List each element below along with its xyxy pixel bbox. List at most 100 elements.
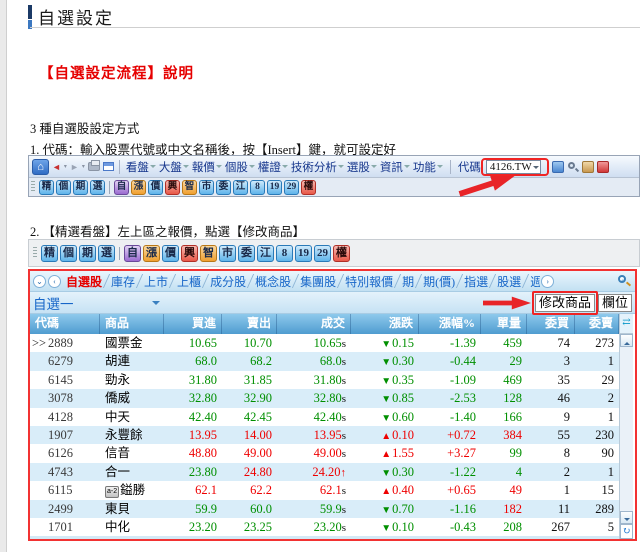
- forward-dropdown-icon[interactable]: ▾: [82, 163, 85, 170]
- table-row[interactable]: 4743 合一 23.80 24.80 24.20↑ ▼0.30 -1.22 4 2 1: [30, 462, 619, 482]
- table-row[interactable]: 6115 a-2 鎰勝 62.1 62.2 62.1s ▲0.40 +0.65 49 1 15: [30, 481, 619, 500]
- stamp-icon[interactable]: [581, 160, 594, 173]
- menu-item-5[interactable]: 技術分析: [291, 159, 345, 175]
- scroll-up-button[interactable]: [620, 334, 633, 347]
- table-row[interactable]: 6145 勁永 31.80 31.85 31.80s ▼0.35 -1.09 469 35 29: [30, 370, 619, 390]
- quick-icon-期[interactable]: 期: [79, 244, 96, 262]
- quick-icon-19[interactable]: 19: [295, 244, 312, 262]
- popout-window-icon[interactable]: [102, 162, 114, 171]
- modify-products-button[interactable]: 修改商品: [534, 293, 595, 312]
- column-header-4[interactable]: 成交: [277, 314, 351, 334]
- quick-icon-29[interactable]: 29: [314, 244, 331, 262]
- menu-item-8[interactable]: 功能: [413, 159, 444, 175]
- columns-button[interactable]: 欄位: [597, 293, 632, 312]
- magnifier-icon[interactable]: [567, 161, 579, 173]
- menu-item-3[interactable]: 個股: [225, 159, 256, 175]
- table-row[interactable]: 1701 中化 23.20 23.25 23.20s ▼0.10 -0.43 208 267 5: [30, 517, 619, 537]
- tab-6[interactable]: 集團股: [296, 273, 340, 290]
- swap-columns-icon[interactable]: ⇄: [620, 314, 633, 334]
- quick-icon-智[interactable]: 智: [182, 179, 197, 195]
- cell-name: 勁永: [105, 372, 131, 387]
- tab-menu-icon[interactable]: ⌄: [33, 274, 46, 288]
- menu-item-6[interactable]: 選股: [347, 159, 378, 175]
- column-header-5[interactable]: 漲跌: [351, 314, 419, 334]
- back-dropdown-icon[interactable]: ▾: [64, 163, 67, 170]
- quick-icon-興[interactable]: 興: [181, 244, 198, 262]
- tab-1[interactable]: 庫存: [107, 273, 139, 290]
- quick-icon-權[interactable]: 權: [333, 244, 350, 262]
- quick-icon-選[interactable]: 選: [90, 179, 105, 195]
- quick-icon-漲[interactable]: 漲: [131, 179, 146, 195]
- column-header-2[interactable]: 買進: [164, 314, 222, 334]
- scrollbar-track[interactable]: [620, 347, 633, 511]
- tab-11[interactable]: 股選: [493, 273, 525, 290]
- tab-scroll-right-icon[interactable]: ›: [541, 274, 555, 288]
- print-icon[interactable]: [87, 160, 100, 171]
- quick-icon-市[interactable]: 市: [199, 179, 214, 195]
- tab-3[interactable]: 上櫃: [173, 273, 205, 290]
- forward-icon[interactable]: ►: [70, 162, 79, 172]
- menu-item-1[interactable]: 大盤: [159, 159, 190, 175]
- scroll-down-button[interactable]: [620, 511, 633, 524]
- quick-icon-自[interactable]: 自: [124, 244, 141, 262]
- back-icon[interactable]: ◄: [52, 162, 61, 172]
- quick-icon-8[interactable]: 8: [250, 179, 265, 195]
- quick-icon-權[interactable]: 權: [301, 179, 316, 195]
- tab-7[interactable]: 特別報價: [341, 273, 397, 290]
- quick-icon-價[interactable]: 價: [162, 244, 179, 262]
- menu-item-4[interactable]: 權證: [258, 159, 289, 175]
- tab-2[interactable]: 上市: [140, 273, 172, 290]
- tab-4[interactable]: 成分股: [206, 273, 250, 290]
- bird-icon[interactable]: [551, 160, 564, 173]
- quick-icon-委[interactable]: 委: [238, 244, 255, 262]
- tab-5[interactable]: 概念股: [251, 273, 295, 290]
- quick-icon-興[interactable]: 興: [165, 179, 180, 195]
- tab-0[interactable]: 自選股: [62, 273, 106, 290]
- menu-item-0[interactable]: 看盤: [126, 159, 157, 175]
- table-row[interactable]: >> 2889 國票金 10.65 10.70 10.65s ▼0.15 -1.39 459 74…: [30, 334, 619, 353]
- quick-icon-漲[interactable]: 漲: [143, 244, 160, 262]
- table-row[interactable]: 4128 中天 42.40 42.45 42.40s ▼0.60 -1.40 166 9 1: [30, 407, 619, 426]
- quick-icon-29[interactable]: 29: [284, 179, 299, 195]
- watchlist-select[interactable]: 自選一: [33, 293, 74, 313]
- quick-icon-價[interactable]: 價: [148, 179, 163, 195]
- drag-grip-icon[interactable]: [31, 181, 35, 193]
- quick-icon-8[interactable]: 8: [276, 244, 293, 262]
- quick-icon-智[interactable]: 智: [200, 244, 217, 262]
- table-row[interactable]: 6279 胡連 68.0 68.2 68.0s ▼0.30 -0.44 29 3 1: [30, 352, 619, 371]
- table-row[interactable]: 2499 東貝 59.9 60.0 59.9s ▼0.70 -1.16 182 11 289: [30, 499, 619, 518]
- menu-item-7[interactable]: 資訊: [380, 159, 411, 175]
- quick-icon-自[interactable]: 自: [114, 179, 129, 195]
- column-header-8[interactable]: 委買: [527, 314, 575, 334]
- quick-icon-個[interactable]: 個: [60, 244, 77, 262]
- menu-item-2[interactable]: 報價: [192, 159, 223, 175]
- zoom-plus-icon[interactable]: +: [617, 274, 632, 288]
- quick-icon-精[interactable]: 精: [41, 244, 58, 262]
- quick-icon-期[interactable]: 期: [73, 179, 88, 195]
- quick-icon-江[interactable]: 江: [233, 179, 248, 195]
- quick-icon-19[interactable]: 19: [267, 179, 282, 195]
- table-row[interactable]: 3078 僑威 32.80 32.90 32.80s ▼0.85 -2.53 128 46 2: [30, 389, 619, 408]
- tab-10[interactable]: 指選: [460, 273, 492, 290]
- column-header-9[interactable]: 委賣: [575, 314, 619, 334]
- tab-scroll-left-icon[interactable]: ‹: [48, 274, 61, 288]
- column-header-0[interactable]: 代碼: [30, 314, 100, 334]
- alert-icon[interactable]: [596, 160, 609, 173]
- quick-icon-選[interactable]: 選: [98, 244, 115, 262]
- column-header-3[interactable]: 賣出: [222, 314, 277, 334]
- quick-icon-市[interactable]: 市: [219, 244, 236, 262]
- column-header-6[interactable]: 漲幅%: [419, 314, 481, 334]
- column-header-1[interactable]: 商品: [100, 314, 164, 334]
- quick-icon-個[interactable]: 個: [56, 179, 71, 195]
- column-header-7[interactable]: 單量: [481, 314, 527, 334]
- table-row[interactable]: 6126 信音 48.80 49.00 49.00s ▲1.55 +3.27 99 8 90: [30, 444, 619, 463]
- tab-9[interactable]: 期(價): [419, 273, 459, 290]
- chevron-down-icon[interactable]: [151, 300, 160, 309]
- drag-grip-icon[interactable]: [33, 247, 37, 259]
- refresh-icon[interactable]: ↻: [620, 524, 633, 539]
- quick-icon-委[interactable]: 委: [216, 179, 231, 195]
- table-row[interactable]: 1907 永豐餘 13.95 14.00 13.95s ▲0.10 +0.72 384 55 23…: [30, 425, 619, 445]
- quick-icon-江[interactable]: 江: [257, 244, 274, 262]
- quick-icon-精[interactable]: 精: [39, 179, 54, 195]
- home-icon[interactable]: ⌂: [32, 158, 49, 175]
